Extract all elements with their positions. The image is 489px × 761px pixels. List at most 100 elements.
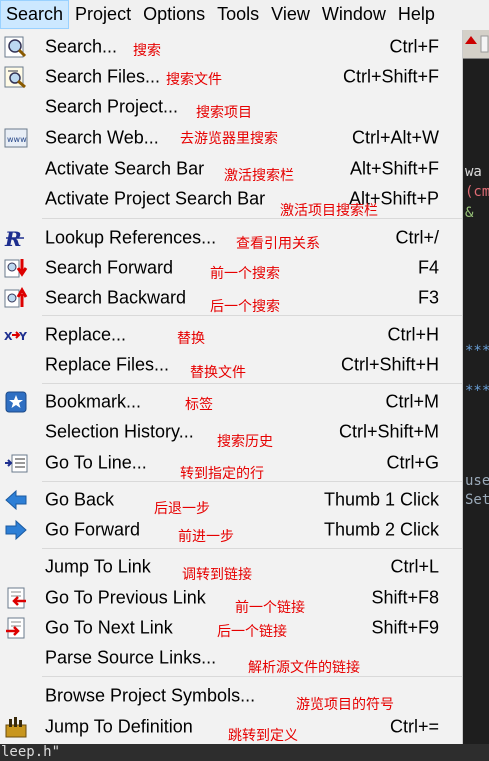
menu-item-go-back[interactable]: Go Back Thumb 1 Click bbox=[0, 485, 462, 515]
annotation-note: 转到指定的行 bbox=[180, 466, 264, 482]
menu-item-label: Go Back bbox=[45, 489, 115, 510]
menu-item-label: Bookmark... bbox=[45, 391, 142, 412]
jump-definition-icon bbox=[5, 717, 27, 738]
search-files-icon bbox=[4, 66, 26, 89]
menu-item-shortcut: Ctrl+= bbox=[389, 716, 439, 737]
next-link-icon bbox=[6, 617, 25, 639]
menu-item-label: Go To Line... bbox=[45, 452, 147, 473]
menu-separator bbox=[42, 481, 462, 482]
annotation-note: 查看引用关系 bbox=[236, 236, 320, 252]
search-backward-icon bbox=[4, 286, 28, 308]
menubar-tools[interactable]: Tools bbox=[211, 0, 265, 29]
menu-item-label: Replace... bbox=[45, 324, 127, 345]
annotation-note: 激活项目搜索栏 bbox=[280, 203, 378, 219]
menu-item-label: Browse Project Symbols... bbox=[45, 685, 256, 706]
menubar-search[interactable]: Search bbox=[0, 0, 70, 29]
menu-item-search-files[interactable]: Search Files... Ctrl+Shift+F bbox=[0, 62, 462, 92]
editor-line: Set bbox=[465, 492, 489, 508]
menu-item-label: Go Forward bbox=[45, 519, 141, 540]
annotation-note: 后一个搜索 bbox=[210, 299, 280, 315]
menu-item-label: Go To Next Link bbox=[45, 617, 173, 638]
annotation-note: 调转到链接 bbox=[182, 567, 252, 583]
annotation-note: 搜索项目 bbox=[196, 105, 252, 121]
menu-item-shortcut: Ctrl+Shift+M bbox=[338, 421, 439, 442]
svg-text:X: X bbox=[4, 330, 13, 343]
annotation-note: 替换文件 bbox=[190, 365, 246, 381]
menu-item-label: Search Backward bbox=[45, 287, 187, 308]
annotation-note: 去游览器里搜索 bbox=[180, 131, 278, 147]
menu-item-shortcut: Ctrl+Shift+H bbox=[340, 354, 439, 375]
web-icon: www bbox=[4, 128, 28, 148]
menu-item-label: Activate Search Bar bbox=[45, 158, 205, 179]
menubar-options[interactable]: Options bbox=[137, 0, 211, 29]
menu-item-shortcut: Ctrl+G bbox=[386, 452, 439, 473]
search-forward-icon bbox=[4, 259, 28, 278]
annotation-note: 前一个搜索 bbox=[210, 266, 280, 282]
previous-link-icon bbox=[7, 587, 26, 609]
menu-item-lookup-references[interactable]: R Lookup References... Ctrl+/ bbox=[0, 223, 462, 253]
menu-separator bbox=[42, 218, 462, 219]
annotation-note: 激活搜索栏 bbox=[224, 168, 294, 184]
menubar-project[interactable]: Project bbox=[69, 0, 137, 29]
menu-item-label: Selection History... bbox=[45, 421, 194, 442]
menu-item-label: Go To Previous Link bbox=[45, 587, 206, 608]
forward-arrow-icon bbox=[5, 519, 27, 541]
menu-item-label: Jump To Link bbox=[45, 556, 151, 577]
menu-item-shortcut: Thumb 2 Click bbox=[323, 519, 439, 540]
editor-line: (cm bbox=[465, 184, 489, 200]
annotation-note: 标签 bbox=[185, 397, 213, 413]
references-icon: R bbox=[4, 227, 24, 250]
menu-item-shortcut: Ctrl+F bbox=[389, 36, 440, 57]
menu-item-search[interactable]: Search... Ctrl+F bbox=[0, 32, 462, 62]
menu-item-label: Search Files... bbox=[45, 66, 161, 87]
menu-item-activate-project-search-bar[interactable]: Activate Project Search Bar Alt+Shift+P bbox=[0, 184, 462, 214]
menu-item-replace[interactable]: X Y Replace... Ctrl+H bbox=[0, 320, 462, 350]
menu-item-label: Lookup References... bbox=[45, 227, 217, 248]
menu-separator bbox=[42, 383, 462, 384]
editor-background: wa (cm & *** *** use Set bbox=[463, 30, 489, 761]
menu-item-label: Search Forward bbox=[45, 257, 174, 278]
menu-item-shortcut: Alt+Shift+F bbox=[349, 158, 439, 179]
menu-item-shortcut: Shift+F8 bbox=[371, 587, 439, 608]
editor-line: & bbox=[465, 205, 474, 221]
menu-separator bbox=[42, 548, 462, 549]
menu-item-shortcut: Ctrl+M bbox=[385, 391, 440, 412]
menu-item-label: Jump To Definition bbox=[45, 716, 193, 737]
editor-line: *** bbox=[465, 343, 489, 359]
menu-item-shortcut: Ctrl+/ bbox=[395, 227, 439, 248]
menu-item-label: Parse Source Links... bbox=[45, 647, 217, 668]
annotation-note: 搜索文件 bbox=[166, 72, 222, 88]
menu-item-shortcut: F4 bbox=[417, 257, 439, 278]
annotation-note: 游览项目的符号 bbox=[296, 697, 394, 713]
annotation-note: 后一个链接 bbox=[217, 624, 287, 640]
menu-item-label: Search Web... bbox=[45, 127, 159, 148]
menu-item-parse-source-links[interactable]: Parse Source Links... bbox=[0, 643, 462, 673]
menu-item-shortcut: Ctrl+Shift+F bbox=[342, 66, 439, 87]
editor-bottom-line: leep.h" bbox=[0, 744, 489, 761]
menu-item-bookmark[interactable]: Bookmark... Ctrl+M bbox=[0, 387, 462, 417]
menubar-window[interactable]: Window bbox=[316, 0, 392, 29]
menu-item-shortcut: Shift+F9 bbox=[371, 617, 439, 638]
annotation-note: 解析源文件的链接 bbox=[248, 660, 360, 676]
toolbar-up-arrow-icon bbox=[465, 35, 489, 53]
menu-separator bbox=[42, 315, 462, 316]
goto-line-icon bbox=[5, 454, 28, 473]
editor-toolbar bbox=[463, 30, 489, 59]
bookmark-icon bbox=[5, 391, 27, 413]
menu-item-shortcut: Ctrl+L bbox=[390, 556, 439, 577]
annotation-note: 跳转到定义 bbox=[228, 728, 298, 744]
menu-item-label: Search... bbox=[45, 36, 118, 57]
menu-item-go-to-previous-link[interactable]: Go To Previous Link Shift+F8 bbox=[0, 583, 462, 613]
search-magnifier-icon bbox=[4, 36, 27, 58]
editor-line: wa bbox=[465, 164, 482, 180]
svg-text:Y: Y bbox=[18, 330, 28, 343]
back-arrow-icon bbox=[5, 489, 27, 511]
menubar-help[interactable]: Help bbox=[392, 0, 441, 29]
menu-item-label: Activate Project Search Bar bbox=[45, 188, 266, 209]
editor-line: *** bbox=[465, 383, 489, 399]
menu-item-shortcut: Ctrl+H bbox=[387, 324, 439, 345]
menu-item-shortcut: Ctrl+Alt+W bbox=[351, 127, 439, 148]
editor-line: use bbox=[465, 473, 489, 489]
svg-text:www: www bbox=[7, 135, 27, 144]
menubar-view[interactable]: View bbox=[265, 0, 316, 29]
